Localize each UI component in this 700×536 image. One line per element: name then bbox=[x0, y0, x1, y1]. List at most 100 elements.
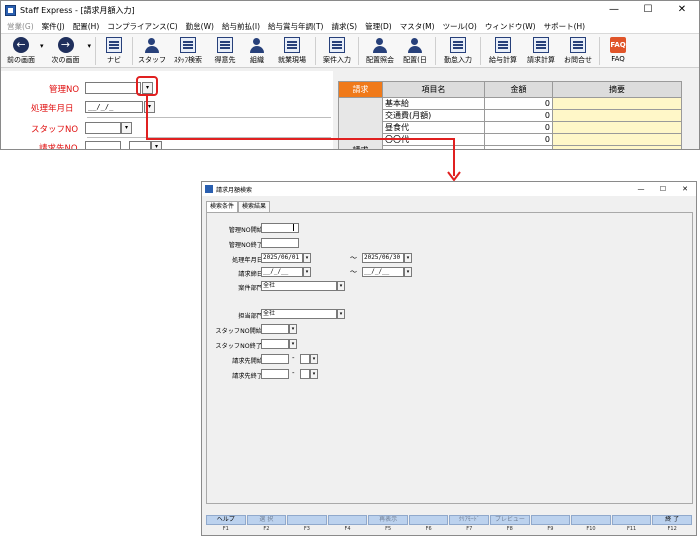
staff-no-input[interactable] bbox=[85, 122, 121, 134]
close-button[interactable]: ✕ bbox=[665, 1, 699, 19]
menu-assign[interactable]: 配置(H) bbox=[69, 21, 104, 32]
dialog-maximize-button[interactable]: ☐ bbox=[652, 182, 674, 196]
billing-end-dropdown[interactable]: ▾ bbox=[310, 369, 318, 379]
fkey-f1: ヘルプ F1 bbox=[206, 515, 246, 535]
site-button[interactable]: 就業現場 bbox=[272, 34, 312, 68]
job-input-button[interactable]: 案件入力 bbox=[319, 34, 355, 68]
proc-date-to-dropdown[interactable]: ▾ bbox=[404, 253, 412, 263]
proc-date-from-dropdown[interactable]: ▾ bbox=[303, 253, 311, 263]
proc-date-input[interactable]: __/_/_ bbox=[85, 101, 143, 113]
grid-memo-cell[interactable] bbox=[552, 133, 682, 146]
proc-date-to-input[interactable]: 2025/06/30 bbox=[362, 253, 404, 263]
job-dept-dropdown[interactable]: ▾ bbox=[337, 281, 345, 291]
grid-amount-cell[interactable] bbox=[484, 145, 553, 149]
attendance-input-button[interactable]: 勤怠入力 bbox=[439, 34, 477, 68]
org-label: 組織 bbox=[250, 56, 265, 64]
billing-end-label: 請求先終了 bbox=[232, 373, 263, 380]
grid-memo-cell[interactable] bbox=[552, 121, 682, 134]
billing-start-sub-input[interactable] bbox=[300, 354, 310, 364]
menu-admin[interactable]: 管理(D) bbox=[361, 21, 396, 32]
menu-sales[interactable]: 営業(G) bbox=[3, 21, 38, 32]
staff-no-start-input[interactable] bbox=[261, 324, 289, 334]
billing-no-dropdown[interactable]: ▾ bbox=[151, 141, 162, 149]
menu-billing[interactable]: 請求(S) bbox=[327, 21, 361, 32]
mgmt-no-start-input[interactable] bbox=[261, 223, 299, 233]
grid-amount-cell[interactable]: 0 bbox=[484, 121, 553, 134]
billing-start-label: 請求先開始 bbox=[232, 358, 263, 365]
minimize-button[interactable]: — bbox=[597, 1, 631, 19]
exit-button[interactable]: 終 了 bbox=[652, 515, 692, 525]
resp-dept-dropdown[interactable]: ▾ bbox=[337, 309, 345, 319]
grid-amount-cell[interactable]: 0 bbox=[484, 133, 553, 146]
dialog-title-bar: 請求月額検索 — ☐ ✕ bbox=[202, 182, 696, 196]
assign-view-button[interactable]: 配置照会 bbox=[362, 34, 398, 68]
help-button[interactable]: ヘルプ bbox=[206, 515, 246, 525]
billing-calc-button[interactable]: 請求計算 bbox=[522, 34, 560, 68]
grid-amount-cell[interactable]: 0 bbox=[484, 97, 553, 110]
billing-no-sub-input[interactable] bbox=[129, 141, 151, 149]
faq-label: FAQ bbox=[611, 55, 625, 63]
close-date-from-dropdown[interactable]: ▾ bbox=[303, 267, 311, 277]
faq-button[interactable]: FAQ FAQ bbox=[603, 34, 633, 68]
grid-memo-cell[interactable] bbox=[552, 145, 682, 149]
client-button[interactable]: 得意先 bbox=[208, 34, 242, 68]
menu-attendance[interactable]: 勤怠(W) bbox=[182, 21, 218, 32]
f9-button[interactable] bbox=[530, 515, 571, 525]
staff-button[interactable]: スタッフ bbox=[136, 34, 168, 68]
f10-button[interactable] bbox=[571, 515, 611, 525]
staff-search-button[interactable]: ｽﾀｯﾌ検索 bbox=[168, 34, 208, 68]
staff-no-end-input[interactable] bbox=[261, 339, 289, 349]
f11-button[interactable] bbox=[611, 515, 652, 525]
billing-start-dropdown[interactable]: ▾ bbox=[310, 354, 318, 364]
preview-button[interactable]: プレビュー bbox=[490, 515, 530, 525]
menu-jobs[interactable]: 案件(J) bbox=[38, 21, 69, 32]
menu-advance[interactable]: 給与前払(I) bbox=[218, 21, 264, 32]
next-screen-button[interactable]: → 次の画面 bbox=[45, 34, 87, 68]
close-date-to-input[interactable]: __/_/__ bbox=[362, 267, 404, 277]
job-dept-select[interactable]: 全社 bbox=[261, 281, 337, 291]
inquiry-button[interactable]: お問合せ bbox=[560, 34, 596, 68]
fkey-label: F12 bbox=[667, 526, 677, 532]
f6-button[interactable] bbox=[408, 515, 449, 525]
salary-calc-button[interactable]: 給与計算 bbox=[484, 34, 522, 68]
staff-no-end-dropdown[interactable]: ▾ bbox=[289, 339, 297, 349]
menu-tools[interactable]: ツール(O) bbox=[439, 21, 481, 32]
tab-search-conditions[interactable]: 検索条件 bbox=[206, 201, 239, 212]
menu-payroll[interactable]: 給与賞与年調(T) bbox=[264, 21, 327, 32]
billing-end-input[interactable] bbox=[261, 369, 289, 379]
proc-date-from-input[interactable]: 2025/06/01 bbox=[261, 253, 303, 263]
billing-start-input[interactable] bbox=[261, 354, 289, 364]
staff-no-dropdown[interactable]: ▾ bbox=[121, 122, 132, 134]
close-date-from-input[interactable]: __/_/__ bbox=[261, 267, 303, 277]
f4-button[interactable] bbox=[327, 515, 368, 525]
grid-memo-cell[interactable] bbox=[552, 97, 682, 110]
menu-support[interactable]: サポート(H) bbox=[540, 21, 590, 32]
maximize-button[interactable]: ☐ bbox=[631, 1, 665, 19]
staff-no-start-dropdown[interactable]: ▾ bbox=[289, 324, 297, 334]
prev-screen-button[interactable]: ← 前の画面 bbox=[3, 34, 39, 68]
dialog-title: 請求月額検索 bbox=[216, 186, 253, 194]
org-button[interactable]: 組織 bbox=[242, 34, 272, 68]
dialog-close-button[interactable]: ✕ bbox=[674, 182, 696, 196]
dialog-minimize-button[interactable]: — bbox=[630, 182, 652, 196]
mgmt-no-end-input[interactable] bbox=[261, 238, 299, 248]
assign-day-button[interactable]: 配置(日 bbox=[398, 34, 432, 68]
resp-dept-select[interactable]: 全社 bbox=[261, 309, 337, 319]
mgmt-no-input[interactable] bbox=[85, 82, 141, 94]
next-dropdown-icon[interactable]: ▾ bbox=[88, 34, 92, 50]
grid-amount-cell[interactable]: 0 bbox=[484, 109, 553, 122]
tab-search-results[interactable]: 検索結果 bbox=[238, 201, 271, 212]
prev-dropdown-icon[interactable]: ▾ bbox=[40, 34, 44, 50]
menu-master[interactable]: マスタ(M) bbox=[396, 21, 439, 32]
menu-window[interactable]: ウィンドウ(W) bbox=[481, 21, 540, 32]
grid-memo-cell[interactable] bbox=[552, 109, 682, 122]
clear-mode-button[interactable]: ｸﾘｱﾓｰﾄﾞ bbox=[449, 515, 490, 525]
navi-button[interactable]: ナビ bbox=[99, 34, 129, 68]
billing-no-input[interactable] bbox=[85, 141, 121, 149]
refresh-button[interactable]: 再表示 bbox=[368, 515, 408, 525]
f3-button[interactable] bbox=[287, 515, 327, 525]
select-button[interactable]: 選 択 bbox=[246, 515, 287, 525]
menu-compliance[interactable]: コンプライアンス(C) bbox=[103, 21, 181, 32]
close-date-to-dropdown[interactable]: ▾ bbox=[404, 267, 412, 277]
billing-end-sub-input[interactable] bbox=[300, 369, 310, 379]
